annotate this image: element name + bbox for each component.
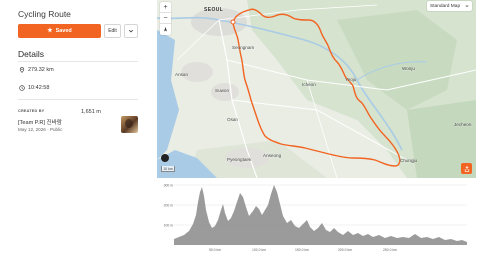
- route-title: Cycling Route: [18, 9, 71, 19]
- distance-stat: 279.32 km: [19, 67, 54, 73]
- time-value: 10:42:58: [28, 85, 50, 91]
- map-place-suwon: Suwon: [215, 88, 230, 93]
- elevation-x-axis: 50.0 km 100.0 km 150.0 km 200.0 km 250.0 km: [209, 248, 397, 252]
- map-place-seongnam: Seongnam: [232, 45, 255, 50]
- details-heading: Details: [18, 49, 44, 59]
- route-meta: May 12, 2026 · Public: [18, 127, 62, 132]
- x-tick-label: 50.0 km: [209, 248, 221, 252]
- saved-button-label: Saved: [55, 28, 72, 34]
- export-button[interactable]: [461, 163, 472, 174]
- elevation-chart: 300 m 200 m 100 m 50.0 km 100.0 km 150.0 km 2…: [164, 184, 467, 252]
- route-map[interactable]: SEOUL Seongnam Ansan Suwon Icheon Yeoju …: [157, 0, 476, 178]
- distance-value: 279.32 km: [28, 67, 54, 73]
- map-canvas: [157, 0, 476, 178]
- elevation-y-axis: 300 m 200 m 100 m: [164, 184, 174, 228]
- created-date: May 12, 2026: [18, 127, 46, 132]
- map-place-ansan: Ansan: [175, 72, 189, 77]
- avatar[interactable]: [121, 116, 138, 133]
- saved-button[interactable]: ★ Saved: [18, 24, 101, 38]
- elevation-grid: [174, 184, 467, 226]
- elevation-area: [174, 185, 467, 245]
- author-name[interactable]: [Team P.R] 진바람: [18, 118, 62, 126]
- map-scale-bar: 10 km: [161, 166, 175, 172]
- divider: [18, 99, 138, 100]
- chevron-down-icon: [465, 5, 469, 8]
- map-place-wonju: Wonju: [402, 66, 415, 71]
- star-icon: ★: [47, 28, 53, 34]
- x-tick-label: 150.0 km: [295, 248, 309, 252]
- share-icon: [464, 165, 469, 172]
- x-tick-label: 100.0 km: [252, 248, 266, 252]
- x-tick-label: 200.0 km: [338, 248, 352, 252]
- map-place-anseong: Anseong: [263, 153, 282, 158]
- zoom-controls: + −: [160, 2, 171, 35]
- x-tick-label: 250.0 km: [383, 248, 397, 252]
- zoom-out-button[interactable]: −: [160, 13, 171, 24]
- y-tick-label: 300 m: [164, 184, 174, 188]
- map-style-select[interactable]: Standard Map: [427, 1, 472, 11]
- visibility-label: Public: [49, 127, 63, 132]
- map-place-seoul: SEOUL: [204, 7, 224, 13]
- compass-arrow-icon: [164, 27, 167, 32]
- edit-button[interactable]: Edit: [104, 24, 121, 38]
- divider: [18, 61, 138, 62]
- map-compass-icon[interactable]: [161, 154, 169, 162]
- y-tick-label: 200 m: [164, 204, 174, 208]
- elevation-profile[interactable]: 300 m 200 m 100 m 50.0 km 100.0 km 150.0 km 2…: [157, 180, 476, 270]
- time-stat: 10:42:58: [19, 85, 49, 91]
- map-place-jecheon: Jecheon: [454, 122, 472, 127]
- map-place-osan: Osan: [227, 117, 238, 122]
- zoom-in-button[interactable]: +: [160, 2, 171, 13]
- route-details-panel: Cycling Route ★ Saved Edit Details 279.3…: [0, 0, 400, 270]
- map-style-label: Standard Map: [430, 3, 461, 9]
- clock-icon: [19, 85, 25, 91]
- location-button[interactable]: [160, 24, 171, 35]
- chevron-down-icon: [128, 29, 134, 33]
- map-place-pyeongtaek: Pyeongtaek: [227, 157, 252, 162]
- y-tick-label: 100 m: [164, 224, 174, 228]
- map-place-chungju: Chungju: [400, 158, 418, 163]
- more-options-button[interactable]: [124, 24, 138, 38]
- map-place-yeoju: Yeoju: [345, 77, 357, 82]
- map-place-icheon: Icheon: [302, 82, 316, 87]
- location-pin-icon: [19, 67, 25, 73]
- created-by-label: CREATED BY: [18, 109, 45, 113]
